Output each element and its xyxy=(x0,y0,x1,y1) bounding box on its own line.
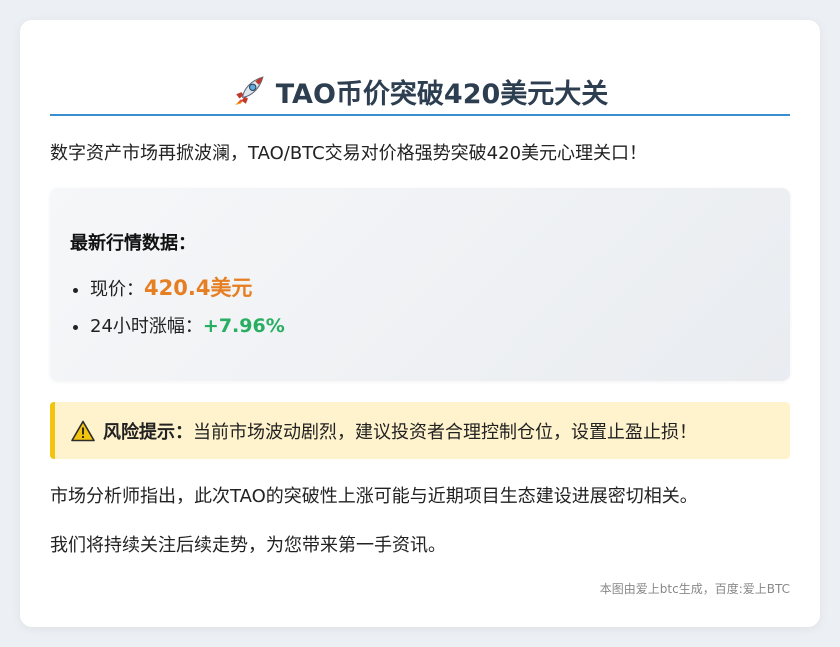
footer-credit: 本图由爱上btc生成，百度:爱上BTC xyxy=(599,582,790,596)
market-data-box: 最新行情数据： 现价：420.4美元 24小时涨幅：+7.96% xyxy=(50,188,790,381)
rocket-icon xyxy=(234,76,264,105)
risk-notice: 风险提示： 当前市场波动剧烈，建议投资者合理控制仓位，设置止盈止损！ xyxy=(50,402,790,459)
risk-text: 当前市场波动剧烈，建议投资者合理控制仓位，设置止盈止损！ xyxy=(193,421,697,443)
article-card: TAO币价突破420美元大关 数字资产市场再掀波澜，TAO/BTC交易对价格强势… xyxy=(20,20,820,627)
price-value: 420.4美元 xyxy=(144,276,253,300)
market-list: 现价：420.4美元 24小时涨幅：+7.96% xyxy=(70,270,770,345)
market-heading: 最新行情数据： xyxy=(70,233,196,254)
follow-paragraph: 我们将持续关注后续走势，为您带来第一手资讯。 xyxy=(50,535,446,556)
price-item: 现价：420.4美元 xyxy=(90,270,770,308)
analysis-paragraph: 市场分析师指出，此次TAO的突破性上涨可能与近期项目生态建设进展密切相关。 xyxy=(50,486,698,507)
intro-text: 数字资产市场再掀波澜，TAO/BTC交易对价格强势突破420美元心理关口！ xyxy=(50,143,648,164)
title-row: TAO币价突破420美元大关 xyxy=(50,68,790,116)
change-value: +7.96% xyxy=(202,315,285,337)
price-label: 现价： xyxy=(90,279,144,300)
change-item: 24小时涨幅：+7.96% xyxy=(90,308,770,345)
warning-icon xyxy=(71,420,95,441)
page-title: TAO币价突破420美元大关 xyxy=(275,78,609,110)
change-label: 24小时涨幅： xyxy=(90,316,203,337)
risk-label: 风险提示： xyxy=(103,421,193,443)
